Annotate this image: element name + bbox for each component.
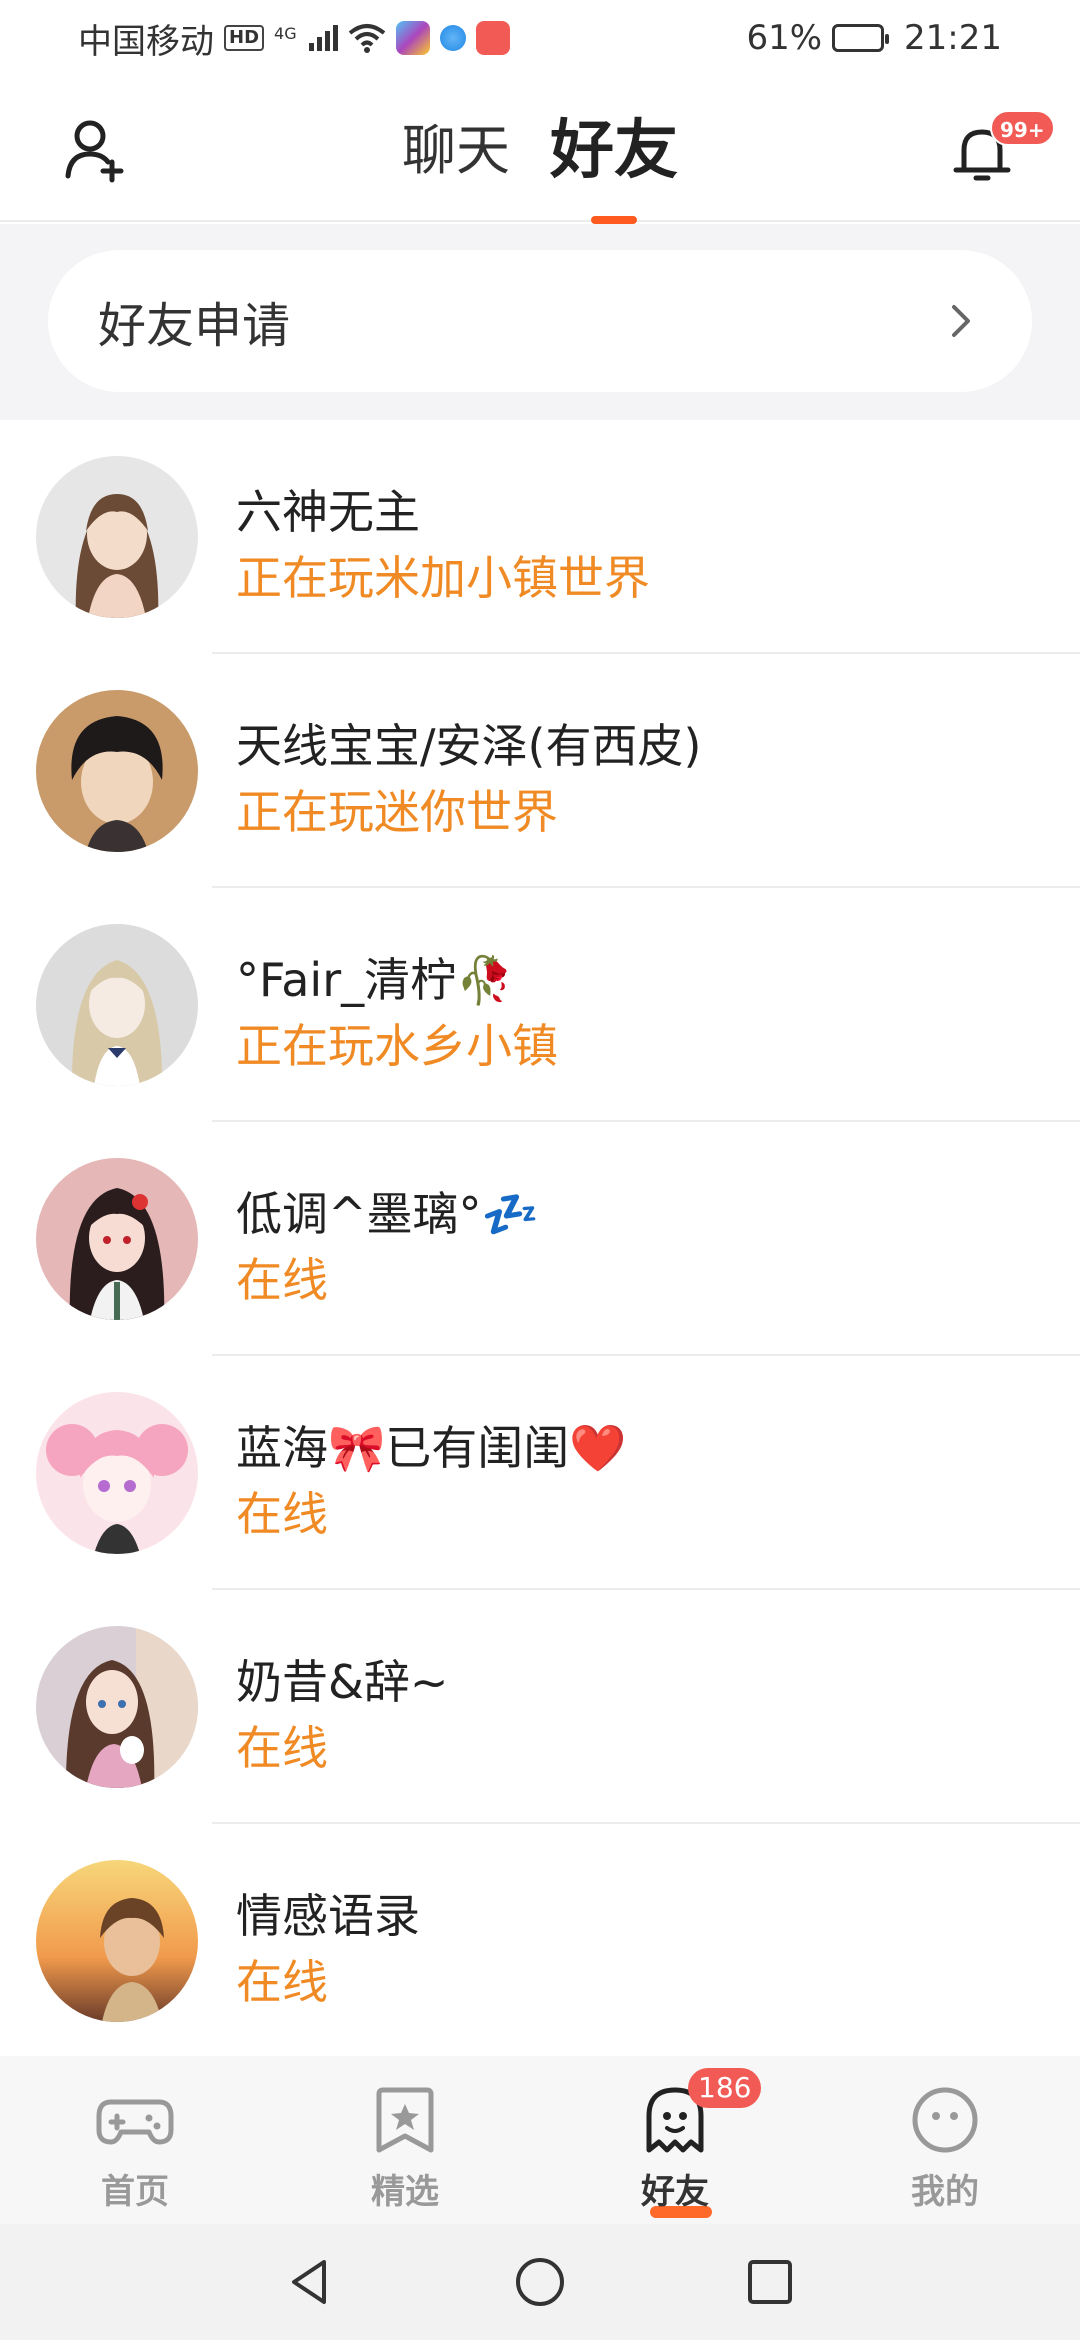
friend-status: 正在玩米加小镇世界 <box>236 551 650 605</box>
avatar[interactable] <box>36 1392 198 1554</box>
bottom-navigation: 首页 精选 186 好友 我的 <box>0 2056 1080 2224</box>
friend-row[interactable]: 六神无主 正在玩米加小镇世界 <box>0 420 1080 654</box>
friend-name: 低调^墨璃°💤 <box>236 1187 539 1241</box>
gamepad-icon <box>96 2099 174 2145</box>
nav-profile[interactable]: 我的 <box>810 2056 1080 2224</box>
friend-name: 六神无主 <box>236 485 420 539</box>
hd-icon: HD <box>224 25 265 51</box>
friend-row[interactable]: 蓝海🎀已有闺闺❤️ 在线 <box>0 1356 1080 1590</box>
friend-status: 在线 <box>236 1955 328 2009</box>
friend-status: 在线 <box>236 1721 328 1775</box>
wifi-icon <box>348 24 385 53</box>
battery-percent: 61% <box>746 18 823 58</box>
friend-status: 正在玩迷你世界 <box>236 785 558 839</box>
friend-status: 在线 <box>236 1487 328 1541</box>
carrier-name: 中国移动 <box>78 21 214 62</box>
back-triangle-icon[interactable] <box>280 2252 340 2312</box>
friends-badge: 186 <box>688 2068 762 2108</box>
tab-chat[interactable]: 聊天 <box>402 106 510 196</box>
top-tabs: 聊天 好友 <box>0 106 1080 224</box>
friend-status: 在线 <box>236 1253 328 1307</box>
friend-row[interactable]: °Fair_清柠🥀 正在玩水乡小镇 <box>0 888 1080 1122</box>
nav-featured-label: 精选 <box>371 2172 439 2212</box>
home-circle-icon[interactable] <box>510 2252 570 2312</box>
tab-friends[interactable]: 好友 <box>550 106 678 224</box>
friend-name: °Fair_清柠🥀 <box>236 953 514 1007</box>
recents-square-icon[interactable] <box>740 2252 800 2312</box>
friend-row[interactable]: 天线宝宝/安泽(有西皮) 正在玩迷你世界 <box>0 654 1080 888</box>
avatar[interactable] <box>36 1860 198 2022</box>
avatar[interactable] <box>36 690 198 852</box>
status-bar: 中国移动 HD 4G 61% 21:21 <box>0 0 1080 76</box>
top-header: 聊天 好友 99+ <box>0 76 1080 224</box>
status-right: 61% 21:21 <box>746 18 1002 58</box>
friend-row[interactable]: 情感语录 在线 <box>0 1824 1080 2056</box>
notification-button[interactable]: 99+ <box>950 110 1055 200</box>
battery-icon <box>832 24 890 52</box>
avatar[interactable] <box>36 456 198 618</box>
friend-status: 正在玩水乡小镇 <box>236 1019 558 1073</box>
nav-profile-label: 我的 <box>911 2172 979 2212</box>
status-left: 中国移动 HD 4G <box>78 14 510 63</box>
friend-name: 蓝海🎀已有闺闺❤️ <box>236 1421 627 1475</box>
friend-row[interactable]: 低调^墨璃°💤 在线 <box>0 1122 1080 1356</box>
browser-notification-icon <box>439 25 466 51</box>
network-type: 4G <box>274 23 297 43</box>
nav-home[interactable]: 首页 <box>0 2056 270 2224</box>
nav-featured[interactable]: 精选 <box>270 2056 540 2224</box>
nav-friends-label: 好友 <box>641 2172 709 2212</box>
friend-row[interactable]: 奶昔&辞~ 在线 <box>0 1590 1080 1824</box>
chevron-right-icon <box>952 305 970 337</box>
friend-request-label: 好友申请 <box>98 298 291 354</box>
friend-name: 天线宝宝/安泽(有西皮) <box>236 719 702 773</box>
nav-friends[interactable]: 186 好友 <box>540 2056 810 2224</box>
star-bookmark-icon <box>376 2087 434 2153</box>
avatar[interactable] <box>36 924 198 1086</box>
friend-request-button[interactable]: 好友申请 <box>48 250 1032 392</box>
avatar[interactable] <box>36 1158 198 1320</box>
appgallery-notification-icon <box>475 21 510 55</box>
signal-icon <box>308 25 338 51</box>
face-icon <box>912 2087 978 2153</box>
system-navigation-bar <box>0 2224 1080 2340</box>
friend-list: 六神无主 正在玩米加小镇世界 天线宝宝/安泽(有西皮) 正在玩迷你世界 °Fai… <box>0 420 1080 2056</box>
nav-home-label: 首页 <box>101 2172 169 2212</box>
friend-request-area: 好友申请 <box>0 224 1080 420</box>
avatar[interactable] <box>36 1626 198 1788</box>
clock: 21:21 <box>904 18 1002 58</box>
friend-name: 奶昔&辞~ <box>236 1655 449 1709</box>
app-notification-icon <box>395 21 430 55</box>
friend-name: 情感语录 <box>236 1889 420 1943</box>
notification-badge: 99+ <box>990 110 1055 146</box>
